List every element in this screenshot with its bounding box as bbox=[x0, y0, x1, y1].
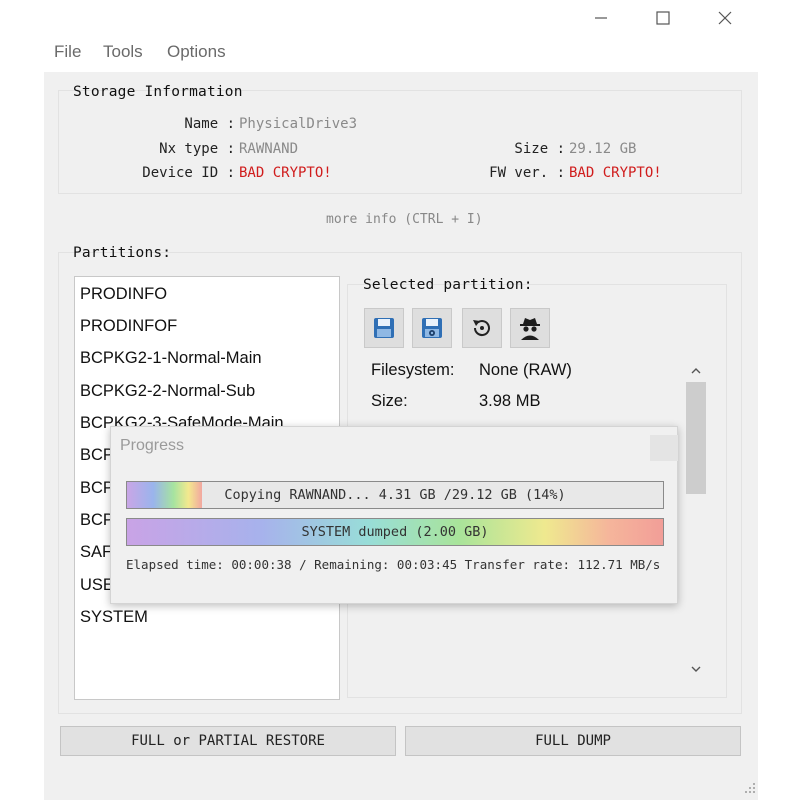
partition-item[interactable]: SYSTEM bbox=[80, 608, 148, 627]
size-value: 29.12 GB bbox=[569, 141, 637, 157]
nxtype-value: RAWNAND bbox=[239, 141, 299, 157]
chevron-down-icon bbox=[691, 666, 701, 672]
save-settings-icon bbox=[422, 318, 442, 338]
more-info-link[interactable]: more info (CTRL + I) bbox=[326, 212, 483, 227]
partition-item[interactable]: BCP bbox=[80, 446, 114, 465]
partition-progress-text: SYSTEM dumped (2.00 GB) bbox=[301, 524, 489, 540]
spy-icon bbox=[520, 318, 540, 340]
transfer-stats: Elapsed time: 00:00:38 / Remaining: 00:0… bbox=[126, 557, 661, 572]
partitions-title: Partitions: bbox=[73, 245, 172, 261]
resize-grip-icon[interactable] bbox=[744, 782, 756, 794]
minimize-icon bbox=[595, 17, 607, 19]
dialog-close-button[interactable] bbox=[650, 435, 678, 461]
overall-progress-bar: Copying RAWNAND... 4.31 GB /29.12 GB (14… bbox=[126, 481, 664, 509]
overall-progress-text: Copying RAWNAND... 4.31 GB /29.12 GB (14… bbox=[224, 487, 566, 503]
minimize-button[interactable] bbox=[578, 4, 624, 32]
name-value: PhysicalDrive3 bbox=[239, 116, 358, 132]
progress-dialog: Progress Copying RAWNAND... 4.31 GB /29.… bbox=[110, 426, 678, 604]
save-icon bbox=[374, 318, 394, 338]
full-restore-button[interactable]: FULL or PARTIAL RESTORE bbox=[60, 726, 396, 756]
menu-options[interactable]: Options bbox=[167, 42, 226, 62]
filesystem-value: None (RAW) bbox=[479, 361, 572, 379]
restore-icon bbox=[473, 320, 490, 337]
maximize-icon bbox=[656, 11, 670, 25]
properties-scrollbar[interactable] bbox=[684, 360, 708, 682]
menu-file[interactable]: File bbox=[54, 42, 81, 62]
selected-partition-title: Selected partition: bbox=[363, 277, 533, 293]
name-label: Name : bbox=[184, 116, 235, 132]
nxtype-label: Nx type : bbox=[159, 141, 235, 157]
deviceid-value: BAD CRYPTO! bbox=[239, 165, 332, 181]
fwver-value: BAD CRYPTO! bbox=[569, 165, 662, 181]
maximize-button[interactable] bbox=[640, 4, 686, 32]
scroll-thumb[interactable] bbox=[686, 382, 706, 494]
filesystem-label: Filesystem: bbox=[371, 361, 455, 379]
dump-partition-settings-button[interactable] bbox=[412, 308, 452, 348]
close-icon bbox=[718, 11, 732, 25]
partition-item[interactable]: BCP bbox=[80, 511, 114, 530]
crypto-partition-button[interactable] bbox=[510, 308, 550, 348]
storage-info-title: Storage Information bbox=[73, 84, 243, 100]
partition-item[interactable]: SAF bbox=[80, 543, 112, 562]
partition-size-value: 3.98 MB bbox=[479, 392, 541, 410]
partition-progress-bar: SYSTEM dumped (2.00 GB) bbox=[126, 518, 664, 546]
dump-partition-button[interactable] bbox=[364, 308, 404, 348]
partition-item[interactable]: BCPKG2-2-Normal-Sub bbox=[80, 382, 255, 401]
partition-item[interactable]: BCPKG2-1-Normal-Main bbox=[80, 349, 262, 368]
full-dump-button[interactable]: FULL DUMP bbox=[405, 726, 741, 756]
partition-item[interactable]: PRODINFO bbox=[80, 285, 167, 304]
fwver-label: FW ver. : bbox=[489, 165, 565, 181]
menu-bar: File Tools Options bbox=[0, 36, 800, 68]
progress-dialog-title: Progress bbox=[120, 437, 185, 454]
title-bar bbox=[0, 0, 800, 36]
menu-tools[interactable]: Tools bbox=[103, 42, 143, 62]
scroll-up-button[interactable] bbox=[684, 362, 708, 380]
scroll-down-button[interactable] bbox=[684, 660, 708, 678]
partition-item[interactable]: PRODINFOF bbox=[80, 317, 177, 336]
deviceid-label: Device ID : bbox=[142, 165, 235, 181]
partition-item[interactable]: BCP bbox=[80, 479, 114, 498]
partition-item[interactable]: USE bbox=[80, 576, 114, 595]
size-label: Size : bbox=[514, 141, 565, 157]
close-button[interactable] bbox=[702, 4, 748, 32]
chevron-up-icon bbox=[691, 368, 701, 374]
restore-partition-button[interactable] bbox=[462, 308, 502, 348]
partition-size-label: Size: bbox=[371, 392, 408, 410]
